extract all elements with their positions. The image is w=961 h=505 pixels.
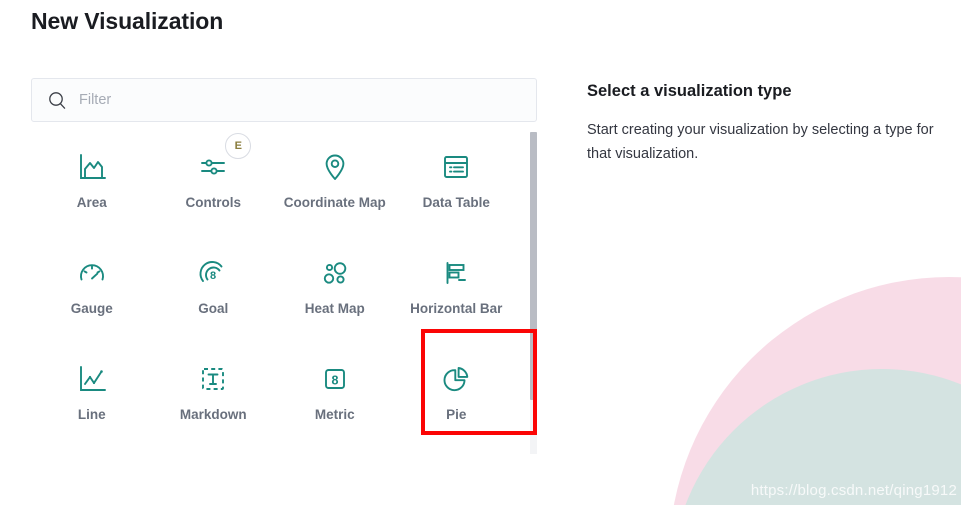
experimental-badge: E — [225, 133, 252, 159]
type-cell-metric[interactable]: 8 Metric — [274, 344, 396, 450]
type-label: Horizontal Bar — [410, 301, 503, 316]
type-label: Data Table — [422, 195, 490, 210]
type-label: Heat Map — [304, 301, 365, 316]
type-cell-coordinate-map[interactable]: Coordinate Map — [274, 132, 396, 238]
type-cell-horizontal-bar[interactable]: Horizontal Bar — [396, 238, 518, 344]
type-label: Metric — [314, 407, 355, 422]
visualization-type-picker: Area E Contr — [31, 78, 537, 454]
line-chart-icon — [76, 358, 108, 400]
type-grid-scroll-area: Area E Controls Coordinate Map Data Tabl… — [31, 132, 537, 454]
goal-icon: 8 — [197, 252, 229, 294]
type-label: Controls — [185, 195, 242, 210]
filter-search-box[interactable] — [31, 78, 537, 122]
info-panel-title: Select a visualization type — [587, 82, 792, 100]
type-label: Pie — [446, 407, 467, 422]
type-label: Gauge — [70, 301, 113, 316]
visualization-type-grid: Area E Controls Coordinate Map Data Tabl… — [31, 132, 517, 450]
grid-scrollbar-track[interactable] — [530, 132, 537, 454]
new-visualization-modal: New Visualization Filter Area E Controls… — [0, 0, 961, 505]
type-cell-goal[interactable]: 8 Goal — [153, 238, 275, 344]
area-chart-icon — [76, 146, 108, 188]
type-cell-controls[interactable]: E Controls — [153, 132, 275, 238]
svg-text:8: 8 — [210, 270, 216, 282]
type-label: Markdown — [179, 407, 247, 422]
map-pin-icon — [319, 146, 351, 188]
info-panel-body: Start creating your visualization by sel… — [587, 122, 934, 162]
info-panel: Select a visualization type Start creati… — [587, 80, 957, 166]
metric-number-icon: 8 — [319, 358, 351, 400]
type-label: Area — [76, 195, 107, 210]
type-cell-data-table[interactable]: Data Table — [396, 132, 518, 238]
page-title: New Visualization — [31, 8, 224, 34]
type-label: Coordinate Map — [283, 195, 386, 210]
markdown-text-icon — [197, 358, 229, 400]
controls-sliders-icon: E — [197, 133, 252, 188]
type-cell-line[interactable]: Line — [31, 344, 153, 450]
horizontal-bar-icon — [440, 252, 472, 294]
gauge-icon — [76, 252, 108, 294]
type-label: Line — [77, 407, 106, 422]
watermark: https://blog.csdn.net/qing1912 — [750, 482, 957, 499]
type-cell-markdown[interactable]: Markdown — [153, 344, 275, 450]
type-cell-heat-map[interactable]: Heat Map — [274, 238, 396, 344]
type-cell-gauge[interactable]: Gauge — [31, 238, 153, 344]
search-input[interactable] — [79, 80, 536, 120]
type-cell-pie[interactable]: Pie — [396, 344, 518, 450]
type-label: Goal — [198, 301, 229, 316]
decorative-pink-circle — [669, 277, 961, 505]
svg-text:8: 8 — [331, 374, 338, 388]
data-table-icon — [440, 146, 472, 188]
grid-scrollbar-thumb[interactable] — [530, 132, 537, 400]
pie-chart-icon — [440, 358, 472, 400]
heat-map-icon — [319, 252, 351, 294]
search-icon — [48, 91, 67, 110]
type-cell-area[interactable]: Area — [31, 132, 153, 238]
